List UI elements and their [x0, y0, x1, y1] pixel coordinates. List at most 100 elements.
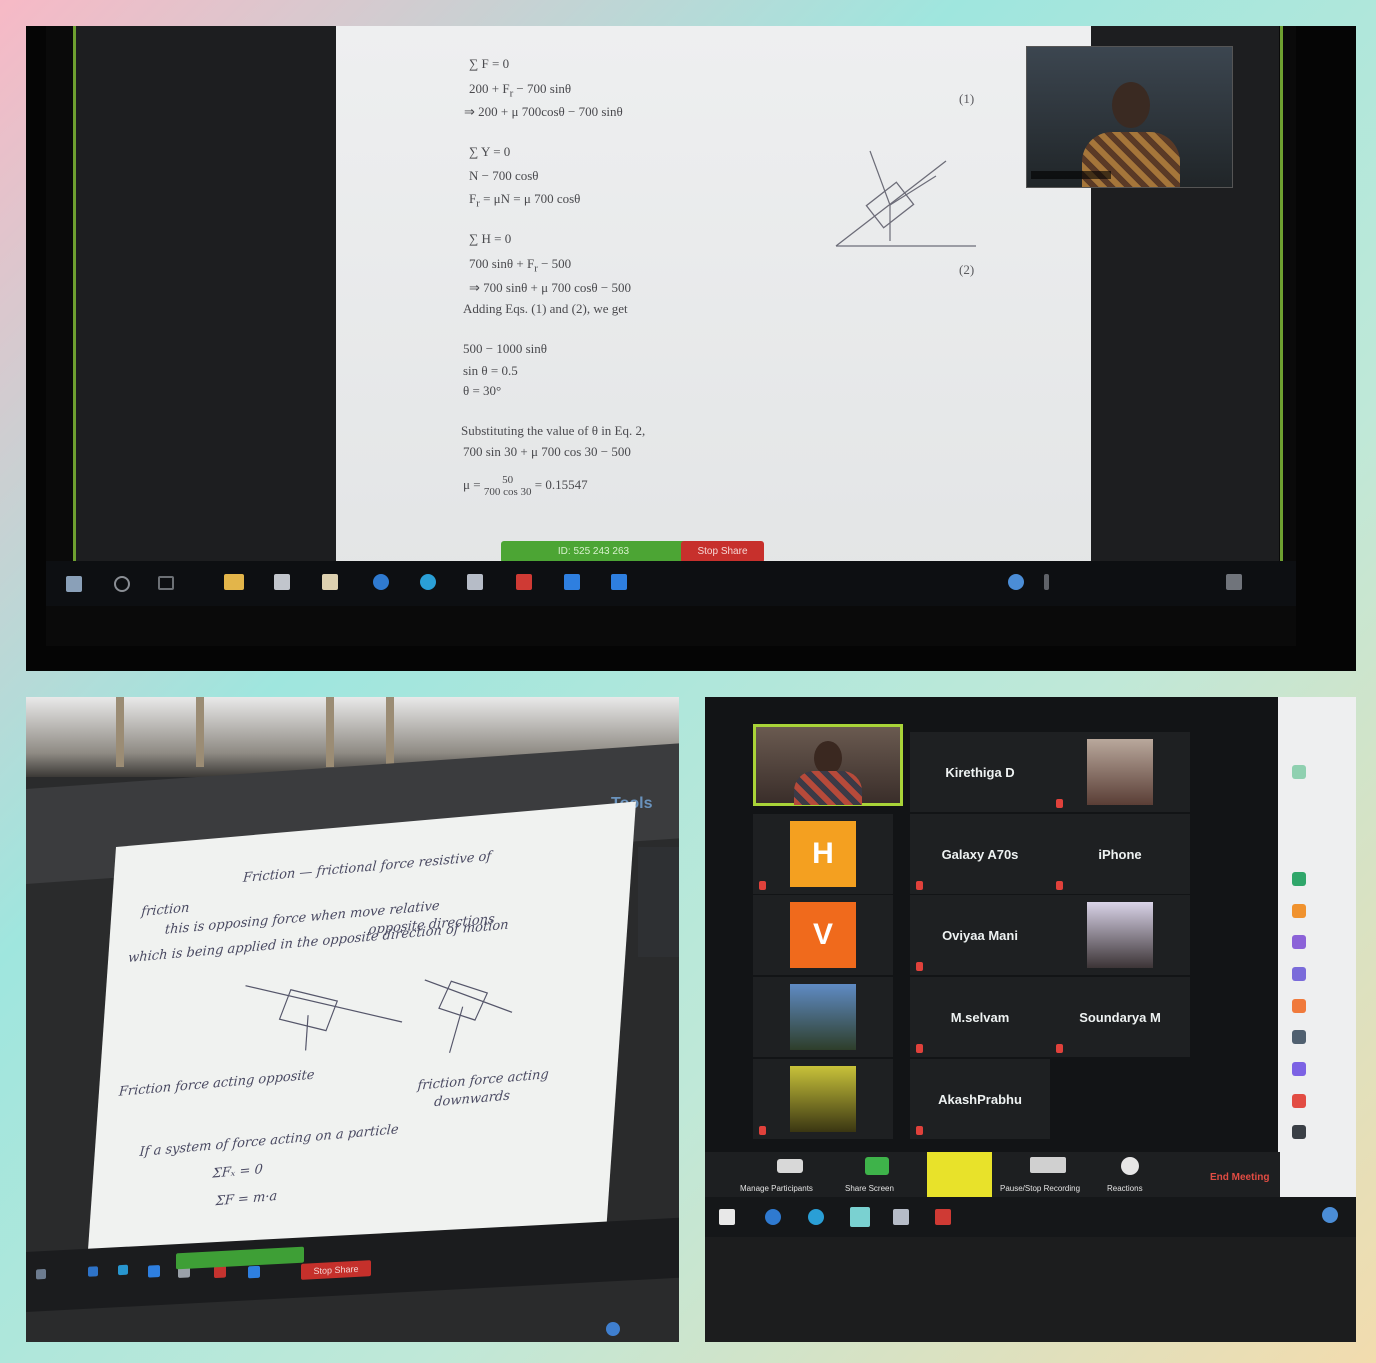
participant-tile[interactable]: [1050, 895, 1190, 975]
chrome-icon[interactable]: [1322, 1207, 1338, 1223]
participant-tile[interactable]: Kirethiga D: [910, 732, 1050, 812]
participant-avatar-icon: [1292, 904, 1306, 918]
participant-avatar-icon: [1292, 1062, 1306, 1076]
top-photo: ∑ F = 0 200 + Fr − 700 sinθ ⇒ 200 + μ 70…: [26, 26, 1356, 671]
pause-recording-button[interactable]: Pause/Stop Recording: [1000, 1184, 1080, 1193]
chrome-icon[interactable]: [1008, 574, 1024, 590]
participant-avatar-icon: [1292, 1094, 1306, 1108]
mic-muted-icon: [759, 1126, 766, 1135]
participant-thumbnail: [638, 847, 679, 957]
mic-muted-icon: [759, 881, 766, 890]
participant-avatar-icon: [1292, 872, 1306, 886]
participant-tile[interactable]: H: [753, 814, 893, 894]
mic-muted-icon: [916, 1126, 923, 1135]
participant-tile[interactable]: [753, 1059, 893, 1139]
participant-name: M.selvam: [950, 1009, 1010, 1025]
search-icon[interactable]: [114, 576, 130, 592]
end-meeting-button[interactable]: End Meeting: [1210, 1172, 1269, 1183]
participant-photo: [1087, 902, 1153, 968]
handwritten-whiteboard: Friction — frictional force resistive of…: [85, 801, 637, 1290]
participant-tile[interactable]: Soundarya M: [1050, 977, 1190, 1057]
participant-name: AkashPrabhu: [938, 1091, 1022, 1107]
participant-tile[interactable]: AkashPrabhu: [910, 1059, 1050, 1139]
skype-icon[interactable]: [420, 574, 436, 590]
participant-avatar-icon: [1292, 1030, 1306, 1044]
share-screen-button[interactable]: Share Screen: [845, 1184, 894, 1193]
whiteboard-sketch: [245, 979, 513, 1053]
reactions-icon[interactable]: [1121, 1157, 1139, 1175]
participant-tile[interactable]: Galaxy A70s: [910, 814, 1050, 894]
participant-photo: [1087, 739, 1153, 805]
participant-name: Kirethiga D: [945, 764, 1015, 780]
participant-name: iPhone: [1098, 846, 1142, 862]
acrobat-icon[interactable]: [214, 1265, 226, 1279]
zoom-meeting-icon[interactable]: [248, 1265, 260, 1279]
windows-taskbar: [46, 561, 1296, 606]
skype-icon[interactable]: [808, 1209, 824, 1225]
participant-avatar-icon: [1292, 765, 1306, 779]
participant-avatar-icon: [1292, 999, 1306, 1013]
participant-avatar-icon: [1292, 1125, 1306, 1139]
windows-start-icon[interactable]: [66, 576, 82, 592]
participant-avatar-icon: [1292, 967, 1306, 981]
bottom-right-photo: Kirethiga D H Galaxy A70s iPhone V Oviya…: [705, 697, 1356, 1342]
participant-tile[interactable]: iPhone: [1050, 814, 1190, 894]
laptop-taskbar: [705, 1197, 1356, 1237]
sharing-status-bar[interactable]: ID: 525 243 263: [501, 541, 686, 563]
zoom-gallery-view: Kirethiga D H Galaxy A70s iPhone V Oviya…: [705, 697, 1356, 1222]
store-icon[interactable]: [322, 574, 338, 590]
participant-avatar-icon: [1292, 935, 1306, 949]
acrobat-icon[interactable]: [516, 574, 532, 590]
participant-tile[interactable]: Oviyaa Mani: [910, 895, 1050, 975]
zoom-icon[interactable]: [148, 1264, 160, 1278]
windows-start-icon[interactable]: [36, 1268, 46, 1280]
zoom-icon[interactable]: [850, 1207, 870, 1227]
participant-tile[interactable]: V: [753, 895, 893, 975]
edge-icon[interactable]: [373, 574, 389, 590]
share-screen-icon[interactable]: [865, 1157, 889, 1175]
participant-tile[interactable]: M.selvam: [910, 977, 1050, 1057]
zoom-icon[interactable]: [564, 574, 580, 590]
app-icon[interactable]: [467, 574, 483, 590]
webcam-name-label: [1031, 171, 1111, 179]
mic-muted-icon: [1056, 799, 1063, 808]
pen-icon[interactable]: [1044, 574, 1049, 590]
acrobat-icon[interactable]: [935, 1209, 951, 1225]
sharing-status-text: ID: 525 243 263: [557, 546, 630, 557]
host-webcam-video: [1026, 46, 1233, 188]
participants-panel: [1278, 697, 1356, 1197]
participant-name: Soundarya M: [1079, 1009, 1161, 1025]
notification-icon[interactable]: [1226, 574, 1242, 590]
chat-button[interactable]: [927, 1152, 992, 1202]
mic-muted-icon: [916, 881, 923, 890]
store-icon[interactable]: [719, 1209, 735, 1225]
zoom-meeting-icon[interactable]: [611, 574, 627, 590]
participants-icon[interactable]: [777, 1159, 803, 1173]
recording-icon[interactable]: [1030, 1157, 1066, 1173]
participant-tile[interactable]: [1050, 732, 1190, 812]
mic-muted-icon: [916, 962, 923, 971]
participant-tile-host-video[interactable]: [753, 724, 903, 806]
skype-icon[interactable]: [118, 1264, 128, 1276]
app-icon[interactable]: [893, 1209, 909, 1225]
edge-icon[interactable]: [765, 1209, 781, 1225]
mic-muted-icon: [916, 1044, 923, 1053]
participant-name: Oviyaa Mani: [942, 927, 1018, 943]
mic-muted-icon: [1056, 881, 1063, 890]
participant-photo: [790, 984, 856, 1050]
task-view-icon[interactable]: [158, 576, 174, 590]
bottom-left-photo: Tools Friction — frictional force resist…: [26, 697, 679, 1342]
dropbox-icon[interactable]: [274, 574, 290, 590]
stop-share-button[interactable]: Stop Share: [681, 541, 764, 563]
participant-tile[interactable]: [753, 977, 893, 1057]
zoom-control-bar: Manage Participants Share Screen Pause/S…: [705, 1152, 1280, 1202]
reactions-button[interactable]: Reactions: [1107, 1184, 1143, 1193]
participant-avatar: H: [790, 821, 856, 887]
file-explorer-icon[interactable]: [224, 574, 244, 590]
mic-muted-icon: [1056, 1044, 1063, 1053]
edge-icon[interactable]: [88, 1266, 98, 1277]
chrome-icon[interactable]: [606, 1322, 620, 1336]
participant-photo: [790, 1066, 856, 1132]
manage-participants-button[interactable]: Manage Participants: [740, 1184, 813, 1193]
laptop-bezel: [705, 1237, 1356, 1342]
